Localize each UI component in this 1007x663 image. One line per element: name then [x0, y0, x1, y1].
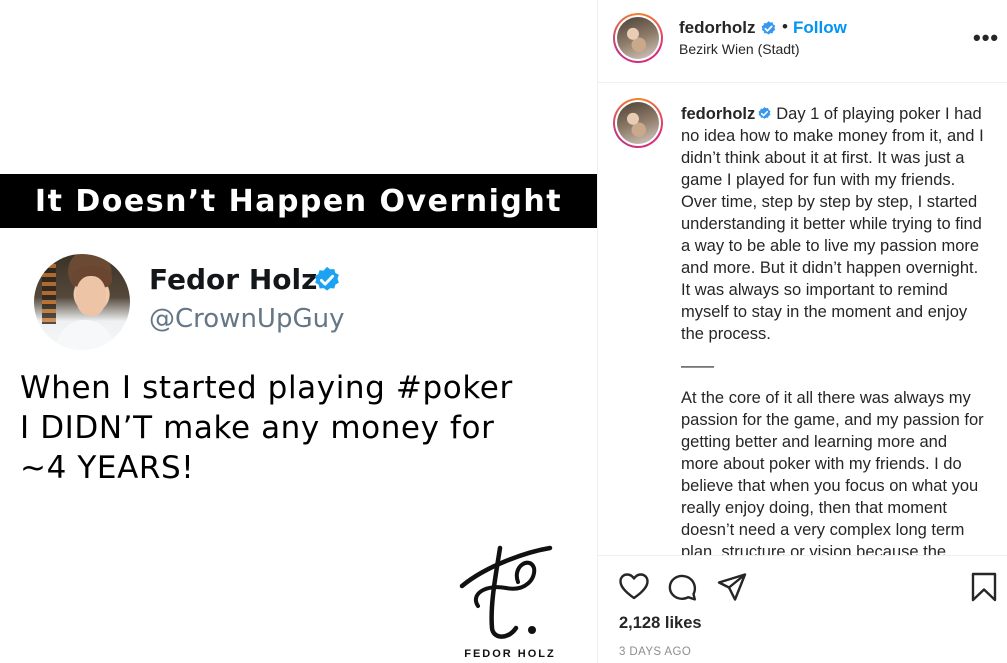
banner-text: It Doesn’t Happen Overnight: [34, 183, 563, 219]
tweet-text-line: When I started playing #poker: [20, 370, 513, 406]
verified-badge-icon: [761, 21, 776, 35]
author-avatar[interactable]: [613, 13, 663, 63]
post-location[interactable]: Bezirk Wien (Stadt): [679, 41, 800, 57]
tweet-handle: @CrownUpGuy: [149, 304, 345, 334]
verified-badge-icon: [758, 106, 771, 119]
post-header: fedorholz • Follow Bezirk Wien (Stadt) •…: [598, 0, 1007, 83]
tweet-author-name: Fedor Holz: [149, 263, 318, 296]
follow-button[interactable]: Follow: [793, 18, 847, 38]
comment-icon[interactable]: [666, 571, 698, 603]
caption-username[interactable]: fedorholz: [681, 105, 755, 123]
caption-paragraph: At the core of it all there was always m…: [681, 389, 984, 556]
post-sidebar: fedorholz • Follow Bezirk Wien (Stadt) •…: [597, 0, 1007, 663]
author-username[interactable]: fedorholz: [679, 18, 756, 38]
header-separator: •: [782, 17, 788, 36]
more-options-button[interactable]: •••: [973, 25, 999, 51]
bookmark-icon[interactable]: [968, 571, 1000, 603]
post-image[interactable]: It Doesn’t Happen Overnight Fedor Holz @…: [0, 0, 597, 663]
heart-icon[interactable]: [618, 571, 650, 603]
verified-badge-icon: [314, 266, 339, 291]
tweet-text-line: I DIDN’T make any money for: [20, 410, 495, 446]
likes-count[interactable]: 2,128 likes: [619, 614, 702, 633]
post-caption: fedorholz Day 1 of playing poker I had no…: [681, 103, 986, 556]
caption-author-avatar[interactable]: [613, 98, 663, 148]
tweet-avatar: [34, 254, 130, 350]
signature-logo-icon: [459, 545, 553, 639]
comments-area[interactable]: fedorholz Day 1 of playing poker I had no…: [598, 84, 1007, 556]
share-icon[interactable]: [716, 571, 748, 603]
signature-caption: FEDOR HOLZ: [464, 648, 556, 660]
tweet-text: When I started playing #poker I DIDN’T m…: [20, 368, 580, 488]
caption-separator: ——: [681, 357, 714, 375]
caption-paragraph: Day 1 of playing poker I had no idea how…: [681, 105, 984, 343]
post-timestamp[interactable]: 3 DAYS AGO: [619, 646, 691, 658]
tweet-text-line: ~4 YEARS!: [20, 450, 195, 486]
image-banner: It Doesn’t Happen Overnight: [0, 174, 597, 228]
